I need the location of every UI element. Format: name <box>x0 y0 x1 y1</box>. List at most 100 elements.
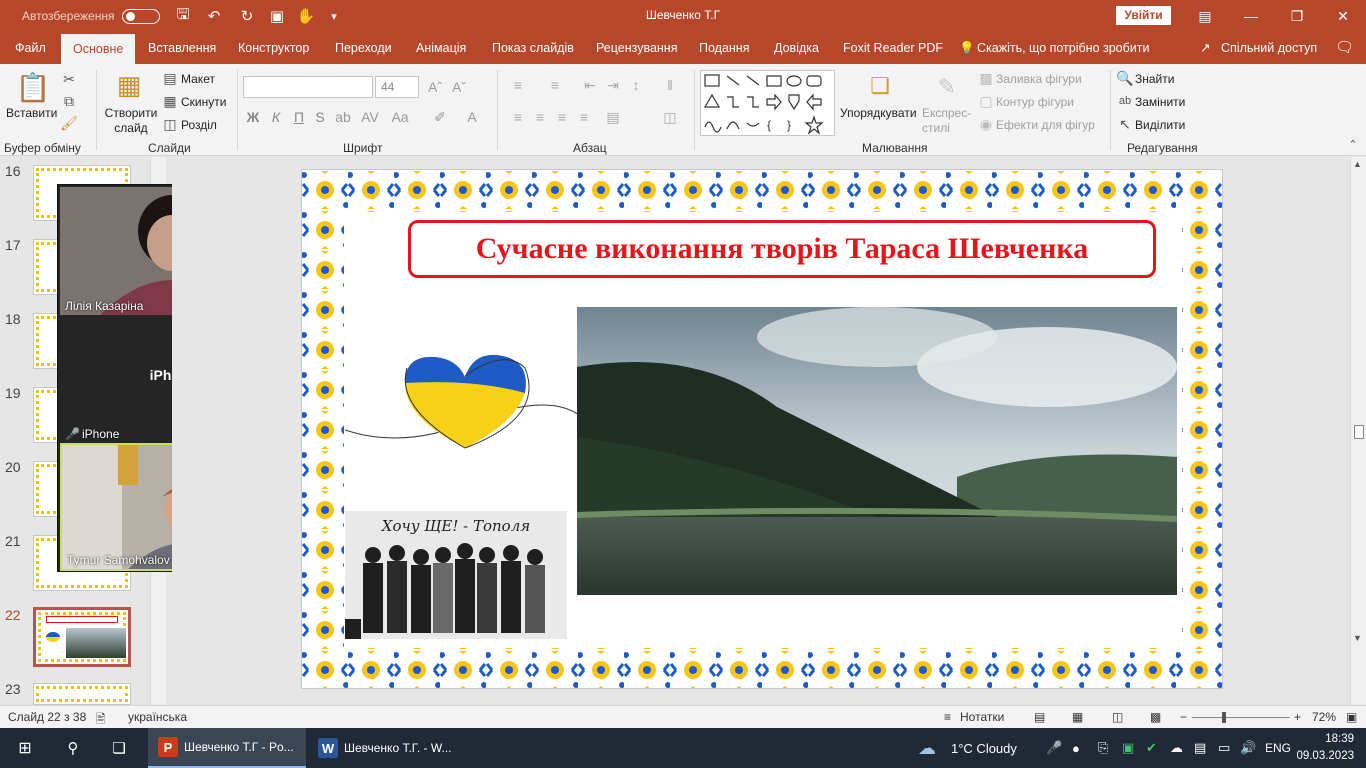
microphone-icon[interactable]: 🎤 <box>1046 728 1062 768</box>
sign-in-button[interactable]: Увійти <box>1116 6 1171 25</box>
zoom-app-icon[interactable]: ● <box>1072 728 1080 768</box>
fit-to-window-icon[interactable]: ▣ <box>1346 710 1357 724</box>
usb-icon[interactable]: ⎘ <box>1098 728 1108 768</box>
arrange-icon[interactable]: ❏ <box>866 72 894 100</box>
tab-review[interactable]: Рецензування <box>596 32 677 64</box>
italic-button[interactable]: К <box>266 108 286 126</box>
tab-transitions[interactable]: Переходи <box>335 32 392 64</box>
strikethrough-button[interactable]: S <box>310 108 330 126</box>
scroll-thumb[interactable] <box>1354 425 1364 439</box>
close-icon[interactable]: ✕ <box>1320 0 1366 32</box>
input-language[interactable]: ENG <box>1265 728 1291 768</box>
decrease-indent-icon[interactable]: ⇤ <box>580 76 600 94</box>
tell-me-search[interactable]: Скажіть, що потрібно зробити <box>977 32 1150 64</box>
arrange-button[interactable]: Упорядкувати <box>840 106 917 120</box>
task-view-icon[interactable]: ❏ <box>104 728 134 768</box>
align-right-icon[interactable]: ≡ <box>552 108 572 126</box>
comments-icon[interactable]: 🗨 <box>1335 32 1354 64</box>
weather-text[interactable]: 1°C Cloudy <box>951 728 1017 768</box>
minimize-icon[interactable]: — <box>1228 0 1274 32</box>
align-left-icon[interactable]: ≡ <box>508 108 528 126</box>
video-frame[interactable] <box>577 307 1177 595</box>
find-button[interactable]: Знайти <box>1135 72 1174 86</box>
shapes-gallery[interactable]: {} <box>700 70 835 136</box>
slide-thumbnail[interactable] <box>33 683 131 705</box>
reading-view-icon[interactable]: ◫ <box>1112 710 1123 724</box>
shape-fill-button[interactable]: Заливка фігури <box>996 72 1082 86</box>
select-button[interactable]: Виділити <box>1135 118 1185 132</box>
tab-help[interactable]: Довідка <box>774 32 819 64</box>
numbering-icon[interactable]: ≡ <box>545 76 565 94</box>
redo-icon[interactable]: ↻ <box>237 6 257 26</box>
app-tray-icon[interactable]: ▣ <box>1122 728 1134 768</box>
tab-foxit[interactable]: Foxit Reader PDF <box>843 32 943 64</box>
font-name-input[interactable] <box>243 76 373 98</box>
customize-toolbar-icon[interactable]: ▾ <box>324 6 344 26</box>
zoom-in-icon[interactable]: + <box>1294 710 1301 724</box>
restore-icon[interactable]: ❐ <box>1274 0 1320 32</box>
justify-icon[interactable]: ≡ <box>574 108 594 126</box>
tab-slideshow[interactable]: Показ слайдів <box>492 32 574 64</box>
paste-button[interactable]: Вставити <box>6 106 57 120</box>
section-button[interactable]: Розділ <box>181 118 217 132</box>
bold-button[interactable]: Ж <box>243 108 263 126</box>
collapse-ribbon-icon[interactable]: ⌃ <box>1345 136 1361 152</box>
slide-canvas[interactable]: Сучасне виконання творів Тараса Шевченка <box>301 169 1223 689</box>
clock[interactable]: 18:39 09.03.2023 <box>1296 728 1354 768</box>
autosave-toggle[interactable] <box>122 9 160 24</box>
windows-start-icon[interactable]: ⊞ <box>10 728 40 768</box>
volume-icon[interactable]: 🔊 <box>1240 728 1256 768</box>
tab-animations[interactable]: Анімація <box>416 32 466 64</box>
shape-effects-button[interactable]: Ефекти для фігур <box>996 118 1095 132</box>
copy-icon[interactable]: ⧉ <box>60 92 78 110</box>
tab-home[interactable]: Основне <box>61 34 136 64</box>
shrink-font-icon[interactable]: Aˇ <box>450 78 468 96</box>
format-painter-icon[interactable]: 🖌 <box>60 114 78 132</box>
scroll-up-icon[interactable]: ▲ <box>1353 159 1362 169</box>
paste-icon[interactable]: 📋 <box>16 70 51 104</box>
touch-mode-icon[interactable]: ✋ <box>296 6 316 26</box>
undo-icon[interactable]: ↶ <box>204 6 224 26</box>
network-icon[interactable]: ▤ <box>1194 728 1206 768</box>
bullets-icon[interactable]: ≡ <box>508 76 528 94</box>
scroll-down-icon[interactable]: ▼ <box>1353 633 1362 643</box>
powerpoint-task[interactable]: P Шевченко Т.Г - Po... <box>148 728 306 768</box>
language-indicator[interactable]: українська <box>128 710 187 724</box>
tab-file[interactable]: Файл <box>15 32 46 64</box>
increase-indent-icon[interactable]: ⇥ <box>603 76 623 94</box>
replace-button[interactable]: Замінити <box>1135 95 1185 109</box>
quick-styles-icon[interactable]: ✎ <box>932 72 962 102</box>
present-icon[interactable]: ▣ <box>267 6 287 26</box>
tab-view[interactable]: Подання <box>699 32 749 64</box>
layout-button[interactable]: Макет <box>181 72 215 86</box>
character-spacing-icon[interactable]: ab <box>333 108 353 126</box>
shape-outline-button[interactable]: Контур фігури <box>996 95 1074 109</box>
smartart-icon[interactable]: ◫ <box>660 108 680 126</box>
search-icon[interactable]: ⚲ <box>58 728 88 768</box>
change-case-icon[interactable]: Aa <box>390 108 410 126</box>
notes-button[interactable]: Нотатки <box>960 710 1004 724</box>
new-slide-button[interactable]: Створити слайд <box>104 106 158 136</box>
slideshow-view-icon[interactable]: ▩ <box>1150 710 1161 724</box>
word-task[interactable]: W Шевченко Т.Г. - W... <box>310 728 468 768</box>
reset-button[interactable]: Скинути <box>181 95 226 109</box>
shield-icon[interactable]: ✔ <box>1146 728 1157 768</box>
quick-styles-button[interactable]: Експрес-стилі <box>922 106 972 136</box>
slide-scrollbar[interactable]: ▲ ▼ <box>1350 157 1366 705</box>
save-icon[interactable]: 🖫 <box>173 6 193 26</box>
text-shadow-icon[interactable]: AV <box>360 108 380 126</box>
grow-font-icon[interactable]: Aˆ <box>426 78 444 96</box>
line-spacing-icon[interactable]: ↕ <box>626 76 646 94</box>
underline-button[interactable]: П <box>289 108 309 126</box>
align-center-icon[interactable]: ≡ <box>530 108 550 126</box>
highlight-icon[interactable]: ✐ <box>430 108 450 126</box>
slide-sorter-icon[interactable]: ▦ <box>1072 710 1083 724</box>
zoom-level[interactable]: 72% <box>1312 710 1336 724</box>
columns-icon[interactable]: ‖ <box>660 76 680 94</box>
cut-icon[interactable]: ✂ <box>60 70 78 88</box>
ribbon-display-options-icon[interactable]: ▤ <box>1182 0 1228 32</box>
slide-title-box[interactable]: Сучасне виконання творів Тараса Шевченка <box>408 220 1156 278</box>
new-slide-icon[interactable]: ▦ <box>112 68 146 102</box>
zoom-slider[interactable] <box>1192 717 1290 718</box>
tab-insert[interactable]: Вставлення <box>148 32 216 64</box>
